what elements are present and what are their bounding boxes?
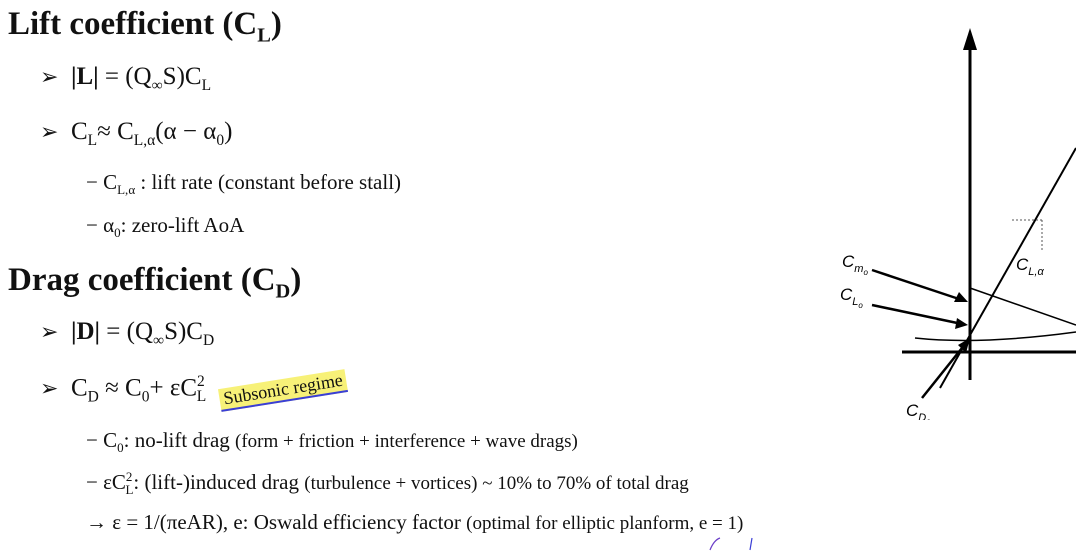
- lift-heading: Lift coefficient (CL): [8, 6, 282, 47]
- lift-drag-diagram: Cmo CLo CL,α CDo: [840, 28, 1076, 420]
- cm0-label: Cmo: [842, 252, 868, 277]
- arrow-bullet-icon: ➢: [40, 64, 59, 89]
- cd0-label: CDo: [906, 401, 931, 420]
- subsonic-highlight: Subsonic regime: [217, 369, 349, 413]
- arrow-bullet-icon: ➢: [40, 375, 59, 401]
- arrow-bullet-icon: ➢: [40, 319, 59, 344]
- oswald-note: → ε = 1/(πeAR), e: Oswald efficiency fac…: [86, 510, 744, 534]
- cl0-pointer: [871, 303, 963, 326]
- drag-equation-2: ➢ CD ≈ C0+ εC2L Subsonic regime: [40, 369, 349, 413]
- zero-lift-note: − α0: zero-lift AoA: [86, 213, 245, 241]
- cm0-pointer: [871, 268, 963, 302]
- arrow-bullet-icon: ➢: [40, 119, 59, 144]
- no-lift-drag-note: − C0: no-lift drag (form + friction + in…: [86, 428, 578, 456]
- cla-label: CL,α: [1016, 255, 1044, 278]
- drag-equation-1: ➢ |D| = (Q∞S)CD: [40, 318, 215, 349]
- drag-curve: [914, 331, 1076, 342]
- cl0-label: CLo: [840, 285, 863, 310]
- axis-arrow-icon: [963, 28, 977, 50]
- lift-equation-1: ➢ |L| = (Q∞S)CL: [40, 63, 212, 94]
- pen-mark: [709, 537, 753, 551]
- lift-equation-2: ➢ CL≈ CL,α(α − α0): [40, 118, 233, 149]
- drag-heading: Drag coefficient (CD): [8, 262, 302, 303]
- induced-drag-note: − εC2L: (lift-)induced drag (turbulence …: [86, 469, 689, 498]
- lift-rate-note: − CL,α : lift rate (constant before stal…: [86, 170, 402, 198]
